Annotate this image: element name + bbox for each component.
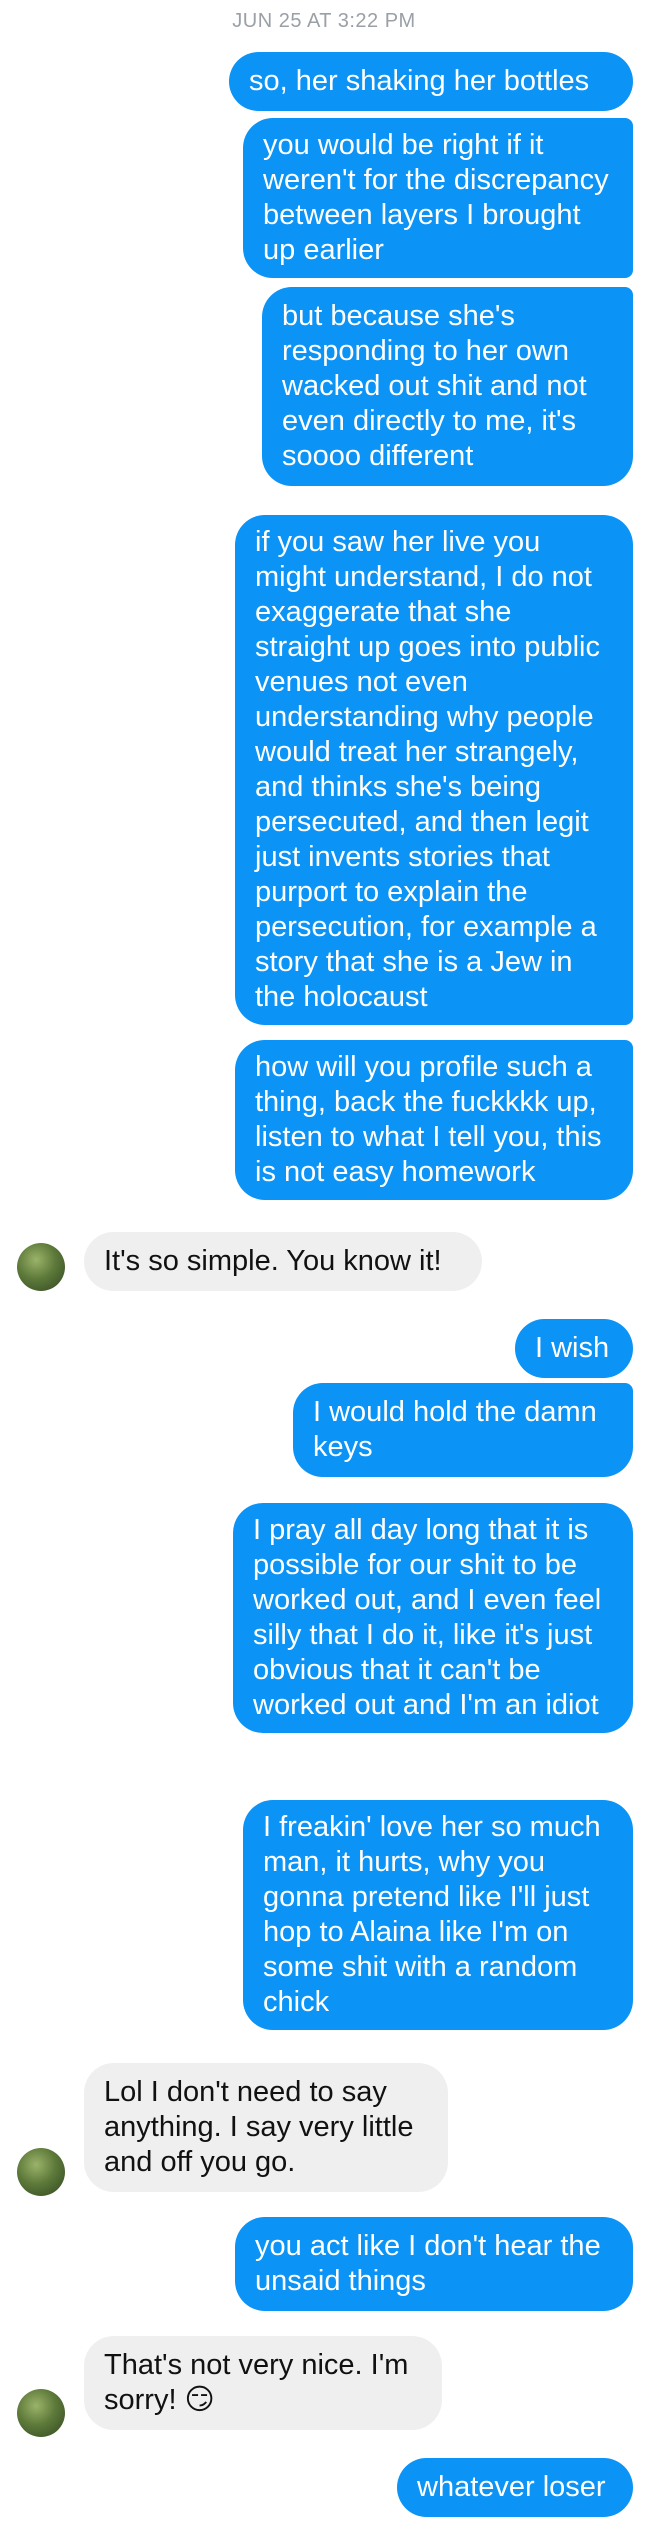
message-text: you would be right if it weren't for the…	[263, 129, 609, 266]
message-bubble-outgoing[interactable]: whatever loser	[397, 2458, 633, 2517]
conversation-timestamp: JUN 25 AT 3:22 PM	[232, 10, 416, 32]
message-bubble-outgoing[interactable]: you would be right if it weren't for the…	[243, 118, 633, 278]
message-bubble-outgoing[interactable]: so, her shaking her bottles	[229, 52, 633, 111]
message-text: if you saw her live you might understand…	[255, 526, 600, 1013]
contact-avatar[interactable]	[17, 1243, 65, 1291]
message-text: I pray all day long that it is possible …	[253, 1514, 602, 1721]
message-text: That's not very nice. I'm sorry! 😏	[104, 2349, 409, 2416]
message-bubble-incoming[interactable]: That's not very nice. I'm sorry! 😏	[84, 2336, 442, 2430]
message-text: how will you profile such a thing, back …	[255, 1051, 602, 1188]
message-text: whatever loser	[417, 2471, 606, 2503]
message-text: I freakin' love her so much man, it hurt…	[263, 1811, 601, 2018]
message-text: It's so simple. You know it!	[104, 1245, 442, 1277]
contact-avatar[interactable]	[17, 2389, 65, 2437]
message-text: so, her shaking her bottles	[249, 65, 590, 97]
message-text: I would hold the damn keys	[313, 1396, 597, 1463]
message-bubble-outgoing[interactable]: how will you profile such a thing, back …	[235, 1040, 633, 1200]
message-bubble-outgoing[interactable]: I freakin' love her so much man, it hurt…	[243, 1800, 633, 2030]
message-bubble-outgoing[interactable]: you act like I don't hear the unsaid thi…	[235, 2217, 633, 2311]
message-bubble-outgoing[interactable]: but because she's responding to her own …	[262, 287, 633, 486]
message-bubble-outgoing[interactable]: I pray all day long that it is possible …	[233, 1503, 633, 1733]
message-text: you act like I don't hear the unsaid thi…	[255, 2230, 601, 2297]
contact-avatar[interactable]	[17, 2148, 65, 2196]
message-text: but because she's responding to her own …	[282, 300, 587, 472]
message-text: Lol I don't need to say anything. I say …	[104, 2076, 414, 2178]
message-bubble-outgoing[interactable]: if you saw her live you might understand…	[235, 515, 633, 1025]
message-bubble-outgoing[interactable]: I would hold the damn keys	[293, 1383, 633, 1477]
message-bubble-incoming[interactable]: Lol I don't need to say anything. I say …	[84, 2063, 448, 2192]
message-bubble-incoming[interactable]: It's so simple. You know it!	[84, 1232, 482, 1291]
message-text: I wish	[535, 1332, 610, 1364]
message-bubble-outgoing[interactable]: I wish	[515, 1319, 633, 1378]
